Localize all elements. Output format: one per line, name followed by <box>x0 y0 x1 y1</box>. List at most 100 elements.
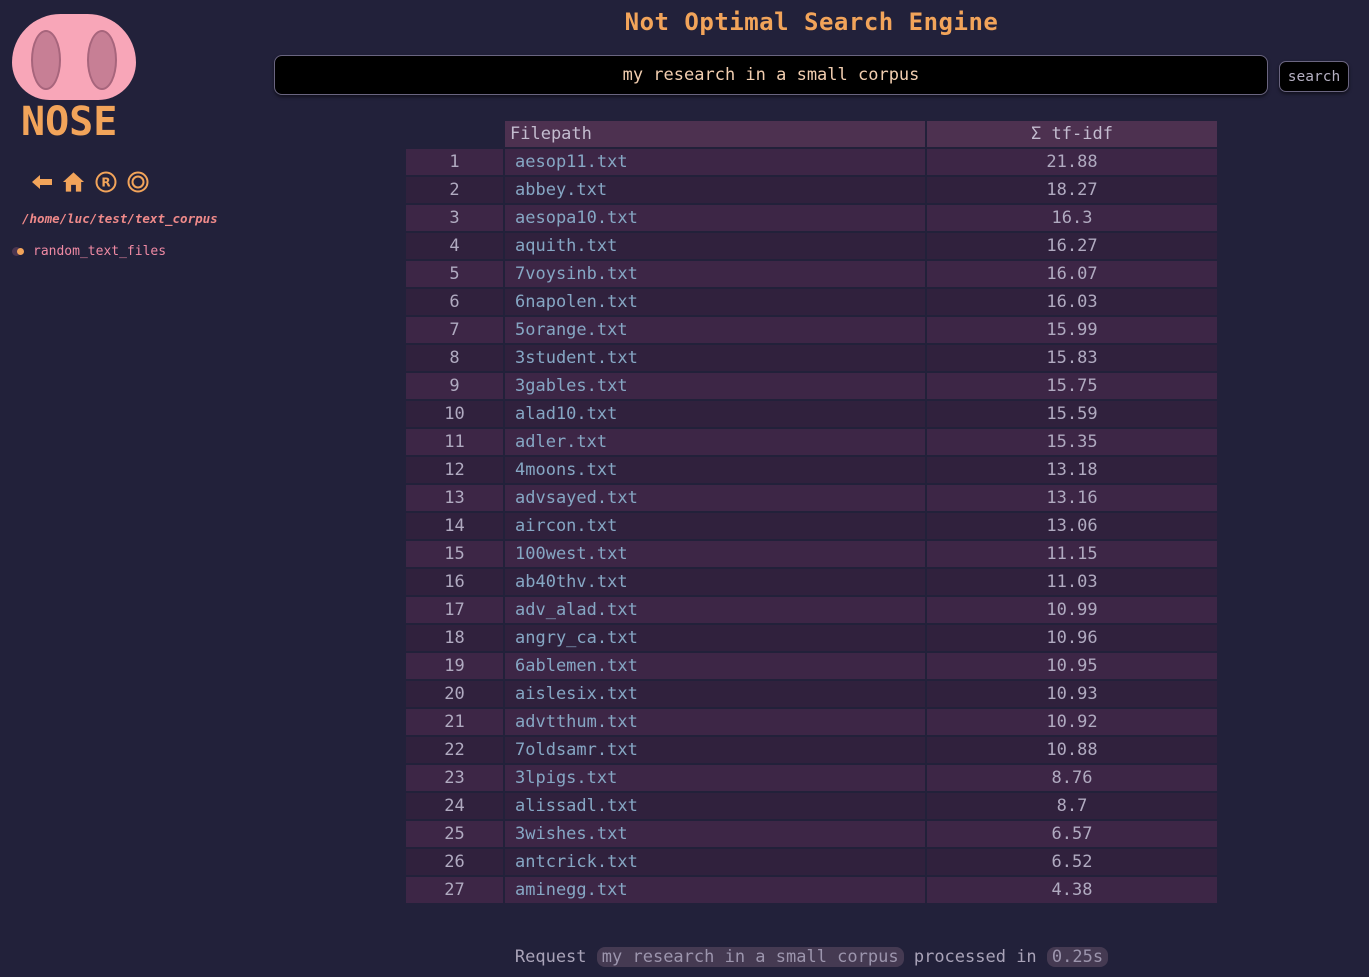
result-filepath-link[interactable]: 3wishes.txt <box>515 824 628 844</box>
result-filepath-link[interactable]: 6napolen.txt <box>515 292 638 312</box>
column-header-number <box>406 121 503 147</box>
result-filepath-cell: aminegg.txt <box>505 877 925 903</box>
result-filepath-link[interactable]: advtthum.txt <box>515 712 638 732</box>
result-score: 13.16 <box>927 485 1217 511</box>
table-row: 23 3lpigs.txt 8.76 <box>406 765 1217 793</box>
directory-item-random-text-files[interactable]: random_text_files <box>12 244 166 259</box>
result-filepath-link[interactable]: alissadl.txt <box>515 796 638 816</box>
result-filepath-link[interactable]: advsayed.txt <box>515 488 638 508</box>
result-rank: 3 <box>406 205 503 231</box>
table-row: 5 7voysinb.txt 16.07 <box>406 261 1217 289</box>
result-rank: 8 <box>406 345 503 371</box>
result-score: 21.88 <box>927 149 1217 175</box>
result-score: 16.07 <box>927 261 1217 287</box>
result-filepath-cell: angry_ca.txt <box>505 625 925 651</box>
result-filepath-link[interactable]: 7oldsamr.txt <box>515 740 638 760</box>
table-header-row: Filepath Σ tf-idf <box>406 121 1217 149</box>
result-rank: 5 <box>406 261 503 287</box>
table-row: 9 3gables.txt 15.75 <box>406 373 1217 401</box>
svg-text:R: R <box>101 175 110 189</box>
result-filepath-cell: 3lpigs.txt <box>505 765 925 791</box>
result-filepath-cell: 6napolen.txt <box>505 289 925 315</box>
result-filepath-link[interactable]: 7voysinb.txt <box>515 264 638 284</box>
registered-icon[interactable]: R <box>94 170 117 193</box>
result-filepath-link[interactable]: aislesix.txt <box>515 684 638 704</box>
table-row: 21 advtthum.txt 10.92 <box>406 709 1217 737</box>
result-filepath-link[interactable]: aesop11.txt <box>515 152 628 172</box>
result-score: 16.03 <box>927 289 1217 315</box>
column-header-filepath: Filepath <box>505 121 925 147</box>
result-score: 10.93 <box>927 681 1217 707</box>
result-filepath-link[interactable]: 6ablemen.txt <box>515 656 638 676</box>
result-filepath-link[interactable]: aminegg.txt <box>515 880 628 900</box>
result-filepath-link[interactable]: 4moons.txt <box>515 460 617 480</box>
result-filepath-cell: advsayed.txt <box>505 485 925 511</box>
result-filepath-link[interactable]: adv_alad.txt <box>515 600 638 620</box>
footer-query-chip: my research in a small corpus <box>596 947 904 967</box>
result-filepath-cell: 3wishes.txt <box>505 821 925 847</box>
result-rank: 7 <box>406 317 503 343</box>
result-filepath-link[interactable]: 3student.txt <box>515 348 638 368</box>
result-rank: 21 <box>406 709 503 735</box>
bullet-icon <box>12 247 27 256</box>
result-rank: 19 <box>406 653 503 679</box>
result-filepath-link[interactable]: aircon.txt <box>515 516 617 536</box>
result-rank: 25 <box>406 821 503 847</box>
result-filepath-link[interactable]: alad10.txt <box>515 404 617 424</box>
result-score: 13.06 <box>927 513 1217 539</box>
result-score: 10.96 <box>927 625 1217 651</box>
result-rank: 18 <box>406 625 503 651</box>
result-rank: 10 <box>406 401 503 427</box>
circle-icon[interactable] <box>126 170 149 193</box>
result-filepath-link[interactable]: 100west.txt <box>515 544 628 564</box>
result-filepath-link[interactable]: 3lpigs.txt <box>515 768 617 788</box>
result-score: 10.95 <box>927 653 1217 679</box>
logo-text: NOSE <box>21 99 118 145</box>
result-filepath-link[interactable]: antcrick.txt <box>515 852 638 872</box>
search-input[interactable] <box>274 55 1268 95</box>
result-filepath-cell: alad10.txt <box>505 401 925 427</box>
result-filepath-link[interactable]: aesopa10.txt <box>515 208 638 228</box>
table-row: 12 4moons.txt 13.18 <box>406 457 1217 485</box>
result-filepath-cell: 6ablemen.txt <box>505 653 925 679</box>
result-rank: 17 <box>406 597 503 623</box>
result-filepath-cell: 3student.txt <box>505 345 925 371</box>
result-filepath-cell: aircon.txt <box>505 513 925 539</box>
table-row: 24 alissadl.txt 8.7 <box>406 793 1217 821</box>
result-filepath-cell: antcrick.txt <box>505 849 925 875</box>
result-filepath-cell: alissadl.txt <box>505 793 925 819</box>
footer-time-chip: 0.25s <box>1046 947 1109 967</box>
result-filepath-cell: 4moons.txt <box>505 457 925 483</box>
result-rank: 4 <box>406 233 503 259</box>
result-filepath-cell: 3gables.txt <box>505 373 925 399</box>
result-score: 16.3 <box>927 205 1217 231</box>
table-row: 18 angry_ca.txt 10.96 <box>406 625 1217 653</box>
result-rank: 14 <box>406 513 503 539</box>
nav-icons: R <box>30 170 149 193</box>
result-filepath-link[interactable]: 3gables.txt <box>515 376 628 396</box>
result-rank: 27 <box>406 877 503 903</box>
result-rank: 24 <box>406 793 503 819</box>
back-arrow-icon[interactable] <box>30 170 53 193</box>
result-filepath-link[interactable]: ab40thv.txt <box>515 572 628 592</box>
result-filepath-link[interactable]: adler.txt <box>515 432 607 452</box>
home-icon[interactable] <box>62 170 85 193</box>
result-score: 10.99 <box>927 597 1217 623</box>
result-rank: 11 <box>406 429 503 455</box>
result-score: 16.27 <box>927 233 1217 259</box>
result-score: 6.57 <box>927 821 1217 847</box>
result-score: 6.52 <box>927 849 1217 875</box>
result-filepath-link[interactable]: 5orange.txt <box>515 320 628 340</box>
result-filepath-link[interactable]: angry_ca.txt <box>515 628 638 648</box>
result-filepath-cell: 7oldsamr.txt <box>505 737 925 763</box>
footer-prefix: Request <box>514 947 587 967</box>
table-row: 1 aesop11.txt 21.88 <box>406 149 1217 177</box>
result-filepath-cell: 5orange.txt <box>505 317 925 343</box>
result-filepath-link[interactable]: abbey.txt <box>515 180 607 200</box>
result-filepath-cell: adler.txt <box>505 429 925 455</box>
result-score: 15.35 <box>927 429 1217 455</box>
result-filepath-link[interactable]: aquith.txt <box>515 236 617 256</box>
current-directory: /home/luc/test/text_corpus <box>22 211 218 226</box>
table-row: 7 5orange.txt 15.99 <box>406 317 1217 345</box>
search-button[interactable]: search <box>1279 61 1349 92</box>
